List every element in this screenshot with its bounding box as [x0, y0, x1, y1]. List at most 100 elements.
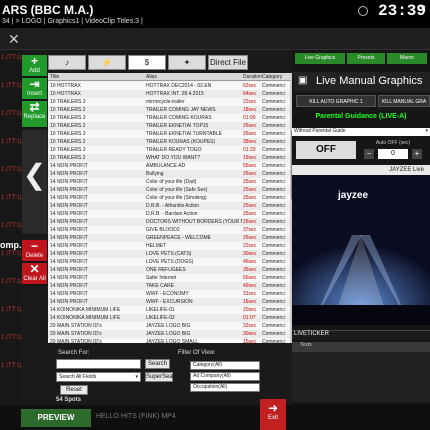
cell-duration: 26sec — [243, 235, 257, 241]
cell-duration: 18sec — [243, 107, 257, 113]
table-row[interactable]: 10 TRAILERS 2 WHAT DO YOU WANT? 19sec Comme… — [48, 154, 290, 162]
left-row-label: 1 (TT:1) — [1, 335, 22, 341]
search-input[interactable] — [56, 359, 141, 369]
table-row[interactable]: 10 TRAILERS 2 TRAILER READY TOGO 01:20 Comm… — [48, 146, 290, 154]
cell-category: Commerci — [262, 195, 285, 201]
col-category[interactable]: Category — [262, 74, 282, 80]
tab-direct-file[interactable]: Direct File — [208, 55, 248, 70]
tab-lightning[interactable]: ⚡ — [88, 55, 126, 70]
exit-button[interactable]: ➜ Exit — [260, 399, 286, 430]
table-row[interactable]: 14 NON PROFIT Bullying 26sec Commerci — [48, 170, 290, 178]
cell-alias: Color of your life (Smoking) — [146, 195, 207, 201]
tab-music[interactable]: ♪ — [48, 55, 86, 70]
table-row[interactable]: 20 MAIN STATION ID's JAYZEE LOGO SMALL 15s… — [48, 338, 290, 343]
tab-macro[interactable]: Macro — [387, 53, 427, 64]
ticker-list[interactable] — [292, 352, 430, 402]
cell-duration: 31sec — [243, 291, 257, 297]
concert-stage-image — [292, 165, 430, 325]
reset-button[interactable]: Reset — [60, 385, 88, 395]
table-row[interactable]: 14 NON PROFIT WWF - EXCURSION 16sec Commerc… — [48, 298, 290, 306]
table-row[interactable]: 14 NON PROFIT LOVE PETS (DOGS) 46sec Commer… — [48, 258, 290, 266]
table-row[interactable]: 14 NON PROFIT AMBULANCE AD 55sec Commerci — [48, 162, 290, 170]
filter-ad-company[interactable]: Ad Company(All) — [190, 372, 260, 381]
table-row[interactable]: 20 MAIN STATION ID's JAYZEE LOGO BIG 32sec… — [48, 322, 290, 330]
table-row[interactable]: 10 TRAILERS 2 TRAILER EKNETIAI TOP15 26sec… — [48, 122, 290, 130]
tab-live-graphics[interactable]: Live Graphics — [295, 53, 345, 64]
tab-star[interactable]: ✦ — [168, 55, 206, 70]
decrement-button[interactable]: − — [364, 149, 374, 159]
table-row[interactable]: 14 NON PROFIT TAKE CARE 49sec Commerci — [48, 282, 290, 290]
replace-label: Replace — [23, 114, 46, 120]
cell-alias: TRAILER EKNETIAI TURNTABLE — [146, 131, 222, 137]
cell-title: 14 NON PROFIT — [50, 259, 88, 265]
table-row[interactable]: 14 NON PROFIT GREENPEACE - WELCOME 26sec Co… — [48, 234, 290, 242]
x-logo-icon[interactable]: ✕ — [8, 31, 20, 48]
table-row[interactable]: 10 HOTTRAX HOTTRAX DEC2014 - 02.EN 62sec Co… — [48, 82, 290, 90]
clear-all-button[interactable]: ✕ Clear All — [22, 263, 47, 285]
chevron-down-icon: ▾ — [425, 128, 428, 134]
search-button[interactable]: Search — [145, 359, 170, 369]
increment-button[interactable]: + — [412, 149, 422, 159]
cell-title: 14 NON PROFIT — [50, 195, 88, 201]
kill-manual-graphic-button[interactable]: KILL MANUAL GRA — [378, 95, 430, 107]
col-title[interactable]: Title — [50, 74, 59, 80]
cell-category: Commerci — [262, 267, 285, 273]
col-alias[interactable]: Alias — [146, 74, 157, 80]
table-row[interactable]: 14 KOINONIKA MINIMUM LIFE LIKELIFE-01 20se… — [48, 306, 290, 314]
table-row[interactable]: 10 TRAILERS 2 TRAILER COMING KOURAS 01:00 C… — [48, 114, 290, 122]
cell-duration: 16sec — [243, 299, 257, 305]
table-row[interactable]: 14 KOINONIKA MINIMUM LIFE LIKELIFE-02 01:0… — [48, 314, 290, 322]
add-button[interactable]: + Add — [22, 55, 47, 77]
table-row[interactable]: 10 TRAILERS 2 mirrorcycle-trailer 22sec Com… — [48, 98, 290, 106]
preview-button[interactable]: PREVIEW — [21, 409, 91, 427]
table-row[interactable]: 10 HOTTRAX HOTTRAX INT. 28.4.2015 64sec Com… — [48, 90, 290, 98]
left-column-label: omp... — [0, 240, 22, 250]
table-row[interactable]: 20 MAIN STATION ID's JAYZEE LOGO BIG 30sec… — [48, 330, 290, 338]
cell-alias: D.R.B. - Athanitis Action — [146, 203, 200, 209]
table-row[interactable]: 10 TRAILERS 2 TRAILER COMING JAY NEWS 18se… — [48, 106, 290, 114]
cell-title: 14 NON PROFIT — [50, 299, 88, 305]
filter-occupation[interactable]: Occupation(All) — [190, 383, 260, 392]
table-row[interactable]: 14 NON PROFIT GIVE BLOOD2 37sec Commerci — [48, 226, 290, 234]
table-row[interactable]: 10 TRAILERS 2 TRAILER EKNETIAI TURNTABLE 2… — [48, 130, 290, 138]
table-row[interactable]: 14 NON PROFIT ONE REFUGEES 35sec Commerci — [48, 266, 290, 274]
table-row[interactable]: 14 NON PROFIT LOVE PETS (CATS) 30sec Commer… — [48, 250, 290, 258]
cell-title: 14 NON PROFIT — [50, 235, 88, 241]
table-row[interactable]: 14 NON PROFIT D.R.B. - Bardani Action 25se… — [48, 210, 290, 218]
insert-button[interactable]: ⇥ Insert — [22, 78, 47, 100]
cell-title: 14 KOINONIKA MINIMUM LIFE — [50, 315, 121, 321]
filter-category[interactable]: Category(All) — [190, 361, 260, 370]
cell-duration: 38sec — [243, 139, 257, 145]
tab-commercials[interactable]: $ — [128, 55, 166, 70]
table-row[interactable]: 14 NON PROFIT DOCTORS WITHOUT BORDERS (YO… — [48, 218, 290, 226]
table-row[interactable]: 14 NON PROFIT Safer Internet 56sec Commerci — [48, 274, 290, 282]
table-row[interactable]: 14 NON PROFIT Color of your life (Safe Se… — [48, 186, 290, 194]
parental-select-value: Without Parental Guide — [294, 128, 346, 134]
cell-title: 14 NON PROFIT — [50, 291, 88, 297]
cell-alias: AMBULANCE AD — [146, 163, 186, 169]
table-row[interactable]: 14 NON PROFIT Color of your life (Dad) 25s… — [48, 178, 290, 186]
kill-auto-graphic-button[interactable]: KILL AUTO GRAPHIC 1 — [296, 95, 376, 107]
replace-button[interactable]: ⇄ Replace — [22, 101, 47, 128]
delete-button[interactable]: − Delete — [22, 240, 47, 262]
cell-duration: 49sec — [243, 283, 257, 289]
table-row[interactable]: 14 NON PROFIT D.R.B. - Athanitis Action 25… — [48, 202, 290, 210]
cell-title: 14 NON PROFIT — [50, 251, 88, 257]
parental-select[interactable]: Without Parental Guide ▾ — [292, 128, 430, 136]
cell-duration: 26sec — [243, 131, 257, 137]
cell-alias: GIVE BLOOD2 — [146, 227, 180, 233]
auto-off-value[interactable]: 0 — [378, 149, 408, 159]
table-row[interactable]: 14 NON PROFIT HELMET 22sec Commerci — [48, 242, 290, 250]
off-button[interactable]: OFF — [296, 141, 356, 159]
enter-button[interactable]: ❮ — [22, 130, 47, 235]
table-row[interactable]: 14 NON PROFIT Color of your life (Smoking… — [48, 194, 290, 202]
cell-title: 20 MAIN STATION ID's — [50, 331, 102, 337]
supersearch-button[interactable]: SuperSearch — [145, 372, 181, 382]
col-duration[interactable]: Duration — [243, 74, 262, 80]
search-field-select[interactable]: Search All Fields ▾ — [56, 372, 141, 382]
tab-presets[interactable]: Presets — [347, 53, 385, 64]
cell-alias: Safer Internet — [146, 275, 177, 281]
table-row[interactable]: 14 NON PROFIT WWF - ECONOMY 31sec Commerci — [48, 290, 290, 298]
cell-duration: 01:07 — [243, 315, 256, 321]
table-row[interactable]: 10 TRAILERS 2 TRAILER KOURAS (KOUPES) 38se… — [48, 138, 290, 146]
